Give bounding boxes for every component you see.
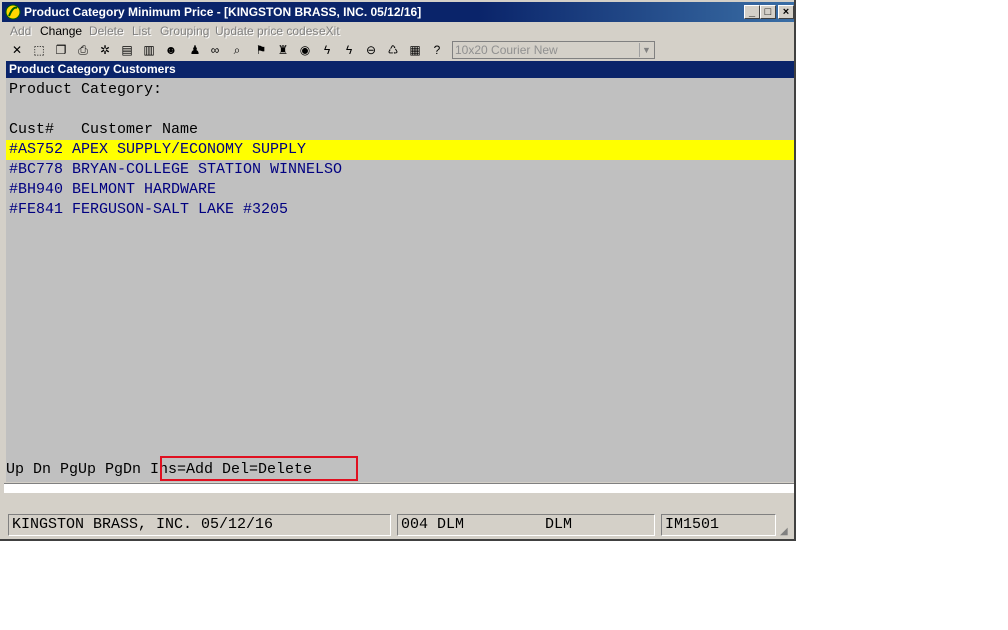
list-item-text: #FE841 FERGUSON-SALT LAKE #3205	[9, 201, 289, 218]
book-icon[interactable]: ▦	[406, 41, 424, 59]
font-selector[interactable]: 10x20 Courier New ▼	[452, 41, 655, 59]
list-item-text: #BH940 BELMONT HARDWARE	[9, 181, 217, 198]
lightning2-icon[interactable]: ϟ	[340, 41, 358, 59]
chart-icon[interactable]: ♺	[384, 41, 402, 59]
close-button[interactable]: ×	[778, 5, 794, 19]
lightning-icon[interactable]: ϟ	[318, 41, 336, 59]
person-icon[interactable]: ♟	[186, 41, 204, 59]
status-user: 004 DLM DLM	[397, 514, 655, 536]
print-icon[interactable]: ⎙	[74, 41, 92, 59]
close-icon: ×	[782, 6, 790, 18]
toolbar: ✕ ⬚ ❐ ⎙ ✲ ▤ ▥ ☻ ♟ ⌕ ⚑ ♜ ∞ ◉ ϟ ϟ ⊖ ♺ ▦ ?	[4, 41, 794, 59]
list-item[interactable]: #FE841 FERGUSON-SALT LAKE #3205	[6, 200, 794, 220]
minimize-button[interactable]: _	[744, 5, 760, 19]
search-icon[interactable]: ⌕	[228, 41, 246, 59]
list-item-text: #AS752 APEX SUPPLY/ECONOMY SUPPLY	[9, 141, 307, 158]
font-selector-value: 10x20 Courier New	[455, 43, 558, 57]
status-bar: KINGSTON BRASS, INC. 05/12/16 004 DLM DL…	[0, 510, 796, 540]
title-bar: Product Category Minimum Price - [KINGST…	[2, 2, 794, 22]
help-icon[interactable]: ?	[428, 41, 446, 59]
menu-update-price-codes[interactable]: Update price codes	[215, 24, 318, 38]
minimize-icon: _	[748, 6, 756, 18]
status-company: KINGSTON BRASS, INC. 05/12/16	[8, 514, 391, 536]
nav-hints: Up Dn PgUp PgDn	[6, 461, 151, 478]
properties-icon[interactable]: ▤	[118, 41, 136, 59]
highlight-box	[160, 456, 358, 481]
palette-icon[interactable]: ◉	[296, 41, 314, 59]
menu-change[interactable]: Change	[40, 24, 82, 38]
menu-add[interactable]: Add	[10, 24, 31, 38]
command-input[interactable]	[4, 483, 794, 493]
panel-header: Product Category Customers	[6, 61, 794, 78]
menu-delete[interactable]: Delete	[89, 24, 124, 38]
list-item[interactable]: #AS752 APEX SUPPLY/ECONOMY SUPPLY	[6, 140, 794, 160]
list-item[interactable]: #BH940 BELMONT HARDWARE	[6, 180, 794, 200]
tools-icon[interactable]: ✲	[96, 41, 114, 59]
list-item[interactable]: #BC778 BRYAN-COLLEGE STATION WINNELSO	[6, 160, 794, 180]
maximize-button[interactable]: □	[760, 5, 776, 19]
window-title: Product Category Minimum Price - [KINGST…	[24, 5, 422, 19]
content-area: Product Category: Cust# Customer Name #A…	[6, 78, 794, 482]
category-label: Product Category:	[9, 81, 163, 98]
copy-icon[interactable]: ❐	[52, 41, 70, 59]
menu-exit[interactable]: eXit	[319, 24, 340, 38]
menu-grouping[interactable]: Grouping	[160, 24, 209, 38]
customer-icon[interactable]: ☻	[162, 41, 180, 59]
list-item-text: #BC778 BRYAN-COLLEGE STATION WINNELSO	[9, 161, 343, 178]
menu-list[interactable]: List	[132, 24, 151, 38]
status-program: IM1501	[661, 514, 776, 536]
close-x-icon[interactable]: ✕	[8, 41, 26, 59]
app-window: Product Category Minimum Price - [KINGST…	[0, 0, 796, 541]
app-icon	[5, 4, 21, 20]
link-icon[interactable]: ⊖	[362, 41, 380, 59]
maximize-icon: □	[764, 6, 772, 18]
run-icon[interactable]: ⚑	[252, 41, 270, 59]
notes-icon[interactable]: ▥	[140, 41, 158, 59]
person-run-icon[interactable]: ♜	[274, 41, 292, 59]
select-icon[interactable]: ⬚	[30, 41, 48, 59]
chevron-down-icon[interactable]: ▼	[639, 43, 653, 57]
column-headers: Cust# Customer Name	[9, 121, 199, 138]
resize-grip-icon[interactable]: ◢	[780, 526, 794, 540]
binoculars-icon[interactable]: ∞	[206, 41, 224, 59]
